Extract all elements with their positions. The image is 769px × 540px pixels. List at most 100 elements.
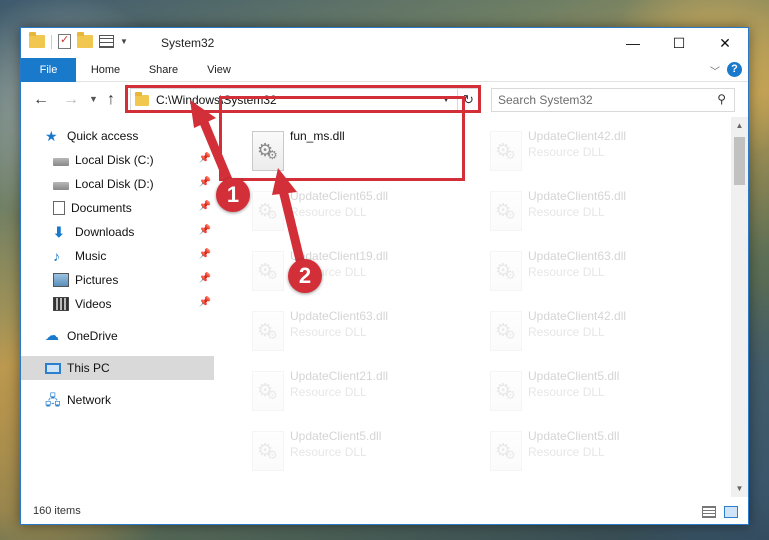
search-icon[interactable]: ⚲: [717, 92, 726, 106]
pin-icon[interactable]: 📌: [199, 273, 211, 284]
dll-file-icon: [252, 251, 284, 291]
file-item[interactable]: UpdateClient65.dll Resource DLL: [242, 185, 462, 241]
dll-file-icon: [490, 311, 522, 351]
dll-file-icon: [490, 431, 522, 471]
file-item[interactable]: UpdateClient5.dll Resource DLL: [480, 365, 700, 421]
scroll-up-icon[interactable]: ▲: [731, 117, 748, 134]
file-name: UpdateClient65.dll: [528, 189, 627, 203]
file-type: Resource DLL: [528, 445, 605, 459]
sidebar-item-label: Quick access: [67, 129, 139, 143]
sidebar-item-pictures[interactable]: Pictures 📌: [21, 268, 214, 292]
file-type: Resource DLL: [528, 325, 605, 339]
back-arrow-icon[interactable]: ←: [33, 91, 49, 109]
pin-icon[interactable]: 📌: [199, 177, 211, 188]
tab-file[interactable]: File: [21, 58, 76, 82]
file-item[interactable]: UpdateClient63.dll Resource DLL: [242, 305, 462, 361]
pin-icon[interactable]: 📌: [199, 297, 211, 308]
sidebar-item-onedrive[interactable]: ☁ OneDrive: [21, 324, 214, 348]
expand-ribbon-icon[interactable]: ﹀: [710, 63, 720, 78]
large-icons-view-icon[interactable]: [724, 506, 738, 518]
star-icon: ★: [45, 128, 58, 144]
sidebar-item-documents[interactable]: Documents 📌: [21, 196, 214, 220]
dll-file-icon: [490, 191, 522, 231]
tab-share[interactable]: Share: [141, 58, 186, 82]
properties-icon[interactable]: [58, 33, 71, 49]
window-title: System32: [161, 36, 215, 50]
file-name: UpdateClient21.dll: [290, 369, 389, 383]
pin-icon[interactable]: 📌: [199, 249, 211, 260]
sidebar-item-this-pc[interactable]: This PC: [21, 356, 214, 380]
close-button[interactable]: ✕: [702, 28, 748, 58]
pc-icon: [45, 363, 61, 374]
pin-icon[interactable]: 📌: [199, 225, 211, 236]
file-item[interactable]: UpdateClient5.dll Resource DLL: [242, 425, 462, 481]
tab-view[interactable]: View: [199, 58, 239, 82]
tab-home[interactable]: Home: [83, 58, 128, 82]
sidebar-item-videos[interactable]: Videos 📌: [21, 292, 214, 316]
file-highlight: [219, 96, 465, 181]
dll-file-icon: [490, 131, 522, 171]
file-type: Resource DLL: [290, 325, 367, 339]
file-name: UpdateClient63.dll: [528, 249, 627, 263]
videos-icon: [53, 297, 69, 311]
sidebar-item-network[interactable]: 🖧 Network: [21, 388, 214, 412]
navigation-pane: ★ Quick access Local Disk (C:) 📌 Local D…: [21, 117, 214, 497]
sidebar-item-quick-access[interactable]: ★ Quick access: [21, 124, 214, 148]
sidebar-item-local-disk-d[interactable]: Local Disk (D:) 📌: [21, 172, 214, 196]
vertical-scrollbar[interactable]: ▲ ▼: [731, 117, 748, 497]
view-options-icon[interactable]: [99, 35, 114, 48]
file-item[interactable]: UpdateClient65.dll Resource DLL: [480, 185, 700, 241]
up-arrow-icon[interactable]: ↑: [107, 91, 115, 109]
scroll-down-icon[interactable]: ▼: [731, 480, 748, 497]
pin-icon[interactable]: 📌: [199, 201, 211, 212]
forward-arrow-icon[interactable]: →: [63, 91, 79, 109]
details-view-icon[interactable]: [702, 506, 716, 518]
documents-icon: [53, 201, 65, 215]
help-icon[interactable]: ?: [727, 62, 742, 77]
quick-access-toolbar: ▼: [29, 32, 128, 49]
file-item[interactable]: UpdateClient42.dll Resource DLL: [480, 125, 700, 181]
file-item[interactable]: UpdateClient21.dll Resource DLL: [242, 365, 462, 421]
sidebar-item-music[interactable]: ♪ Music 📌: [21, 244, 214, 268]
sidebar-item-local-disk-c[interactable]: Local Disk (C:) 📌: [21, 148, 214, 172]
sidebar-item-label: Local Disk (C:): [75, 153, 154, 167]
customize-toolbar-caret-icon[interactable]: ▼: [120, 37, 128, 46]
file-item[interactable]: UpdateClient42.dll Resource DLL: [480, 305, 700, 361]
window-controls: — ☐ ✕: [610, 28, 748, 58]
file-item[interactable]: UpdateClient19.dll Resource DLL: [242, 245, 462, 301]
minimize-button[interactable]: —: [610, 28, 656, 58]
file-name: UpdateClient42.dll: [528, 309, 627, 323]
file-type: Resource DLL: [290, 445, 367, 459]
file-name: UpdateClient65.dll: [290, 189, 389, 203]
file-item[interactable]: UpdateClient63.dll Resource DLL: [480, 245, 700, 301]
recent-locations-chevron-icon[interactable]: ▼: [89, 94, 98, 104]
search-input[interactable]: [498, 92, 698, 108]
scrollbar-thumb[interactable]: [734, 137, 745, 185]
new-folder-icon[interactable]: [77, 32, 93, 48]
file-item[interactable]: UpdateClient5.dll Resource DLL: [480, 425, 700, 481]
sidebar-item-downloads[interactable]: ⬇ Downloads 📌: [21, 220, 214, 244]
network-icon: 🖧: [45, 392, 61, 408]
folder-icon: [29, 32, 45, 48]
step-1-badge: 1: [216, 178, 250, 212]
cloud-icon: ☁: [45, 327, 59, 343]
dll-file-icon: [490, 371, 522, 411]
disk-icon: [53, 157, 69, 166]
sidebar-item-label: Downloads: [75, 225, 135, 239]
file-type: Resource DLL: [290, 385, 367, 399]
step-2-badge: 2: [288, 259, 322, 293]
sidebar-item-label: Documents: [71, 201, 132, 215]
sidebar-item-label: Videos: [75, 297, 112, 311]
sidebar-item-label: Local Disk (D:): [75, 177, 154, 191]
toolbar-separator: [51, 34, 52, 49]
file-name: UpdateClient5.dll: [290, 429, 382, 443]
file-name: UpdateClient5.dll: [528, 429, 620, 443]
item-count: 160 items: [33, 505, 81, 517]
pictures-icon: [53, 273, 69, 287]
file-type: Resource DLL: [528, 205, 605, 219]
file-name: UpdateClient42.dll: [528, 129, 627, 143]
sidebar-item-label: OneDrive: [67, 329, 118, 343]
search-box[interactable]: ⚲: [491, 88, 735, 112]
pin-icon[interactable]: 📌: [199, 153, 211, 164]
maximize-button[interactable]: ☐: [656, 28, 702, 58]
